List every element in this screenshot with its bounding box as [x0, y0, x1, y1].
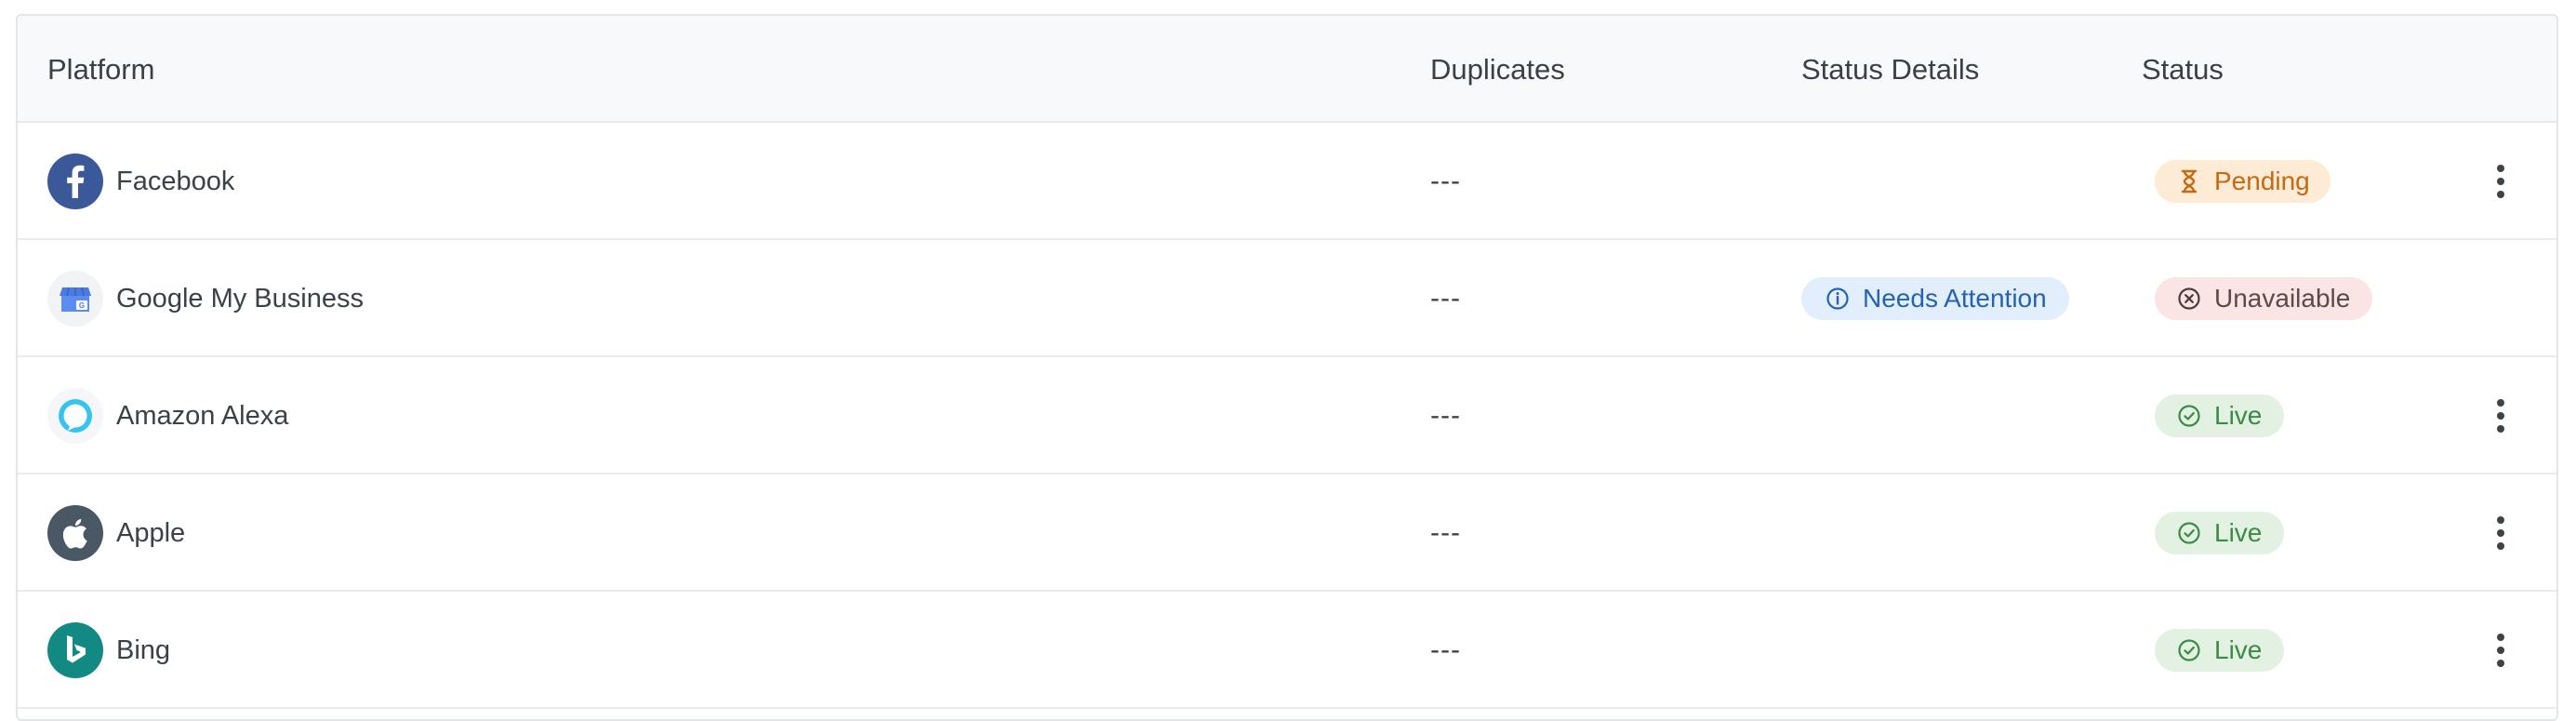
duplicates-cell: --- — [1430, 517, 1461, 548]
status-label: Pending — [2214, 167, 2310, 195]
svg-text:G: G — [79, 301, 85, 310]
status-badge: Live — [2155, 394, 2285, 437]
platform-cell: Amazon Alexa — [47, 357, 288, 474]
apple-icon — [47, 505, 103, 561]
status-badge: Live — [2155, 629, 2285, 672]
table-row[interactable]: Facebook --- Pending — [18, 123, 2556, 240]
row-actions — [2482, 592, 2519, 709]
status-label: Live — [2214, 401, 2263, 430]
hourglass-icon — [2177, 169, 2201, 194]
status-details-cell: Needs Attention — [1801, 240, 2069, 357]
table-row[interactable]: Amazon Alexa --- Live — [18, 357, 2556, 474]
platform-cell: Facebook — [47, 123, 234, 240]
duplicates-cell: --- — [1430, 166, 1461, 196]
row-actions — [2482, 357, 2519, 474]
duplicates-cell: --- — [1430, 634, 1461, 665]
status-badge: Pending — [2155, 160, 2330, 203]
platforms-table: Platform Duplicates Status Details Statu… — [16, 14, 2558, 721]
platform-name: Bing — [116, 634, 171, 665]
status-cell: Live — [2155, 357, 2285, 474]
row-actions — [2482, 474, 2519, 592]
status-cell: Pending — [2155, 123, 2330, 240]
x-circle-icon — [2177, 287, 2201, 311]
table-row[interactable]: Bing --- Live — [18, 592, 2556, 709]
more-options-icon[interactable] — [2482, 158, 2519, 205]
status-badge: Live — [2155, 512, 2285, 554]
more-options-icon[interactable] — [2482, 393, 2519, 439]
status-label: Unavailable — [2214, 284, 2351, 313]
needs-attention-badge[interactable]: Needs Attention — [1801, 277, 2069, 320]
amazon-alexa-icon — [47, 388, 103, 444]
column-header-duplicates[interactable]: Duplicates — [1430, 16, 1565, 123]
platform-name: Facebook — [116, 166, 235, 196]
status-label: Live — [2214, 518, 2263, 547]
status-cell: Live — [2155, 592, 2285, 709]
column-header-status[interactable]: Status — [2142, 16, 2224, 123]
row-actions — [2482, 123, 2519, 240]
duplicates-cell: --- — [1430, 283, 1461, 314]
status-cell: Unavailable — [2155, 240, 2373, 357]
column-header-status-details[interactable]: Status Details — [1801, 16, 1979, 123]
status-details-label: Needs Attention — [1863, 284, 2047, 313]
google-my-business-icon: G — [47, 271, 103, 327]
platform-cell: G Google My Business — [47, 240, 364, 357]
platform-cell: Apple — [47, 474, 185, 592]
status-label: Live — [2214, 635, 2263, 664]
status-cell: Live — [2155, 474, 2285, 592]
check-circle-icon — [2177, 638, 2201, 662]
check-circle-icon — [2177, 521, 2201, 545]
table-row[interactable]: Apple --- Live — [18, 474, 2556, 592]
platform-cell: Bing — [47, 592, 170, 709]
more-options-icon[interactable] — [2482, 627, 2519, 674]
more-options-icon[interactable] — [2482, 510, 2519, 556]
duplicates-cell: --- — [1430, 400, 1461, 431]
bing-icon — [47, 622, 103, 678]
check-circle-icon — [2177, 404, 2201, 428]
platform-name: Apple — [116, 517, 186, 548]
table-row[interactable]: G Google My Business --- Needs Attention — [18, 240, 2556, 357]
column-header-platform[interactable]: Platform — [47, 16, 154, 123]
facebook-icon — [47, 154, 103, 209]
status-badge: Unavailable — [2155, 277, 2373, 320]
platform-name: Google My Business — [116, 283, 364, 314]
table-header: Platform Duplicates Status Details Statu… — [18, 16, 2556, 123]
info-icon — [1826, 287, 1850, 311]
platform-name: Amazon Alexa — [116, 400, 289, 431]
